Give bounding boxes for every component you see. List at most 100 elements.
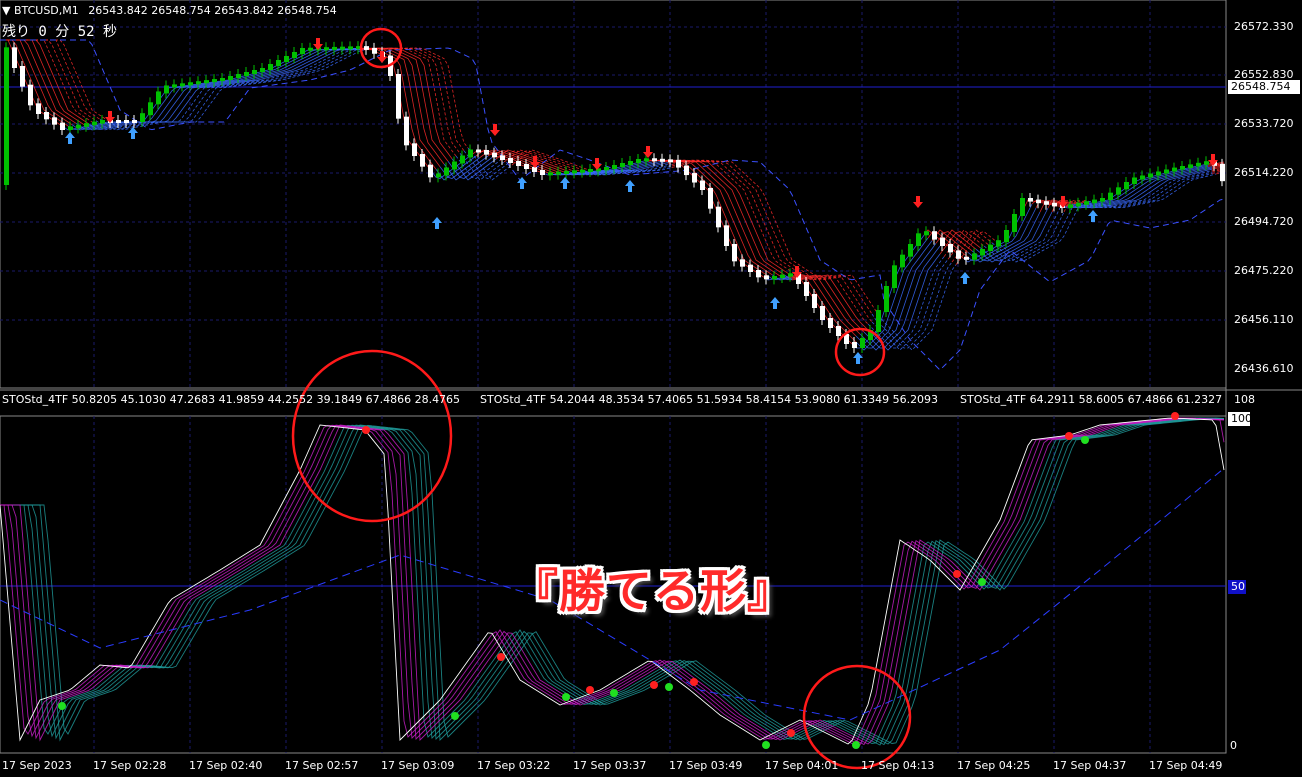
candle-body (468, 149, 473, 158)
candle-body (452, 161, 457, 170)
candle-body (68, 126, 73, 130)
candle-body (612, 165, 617, 169)
candle-body (132, 120, 137, 123)
time-label: 17 Sep 02:57 (285, 759, 359, 772)
candle-body (140, 113, 145, 122)
candle-body (716, 206, 721, 228)
candle-body (212, 79, 217, 83)
candle-body (1108, 192, 1113, 200)
time-label: 17 Sep 02:28 (93, 759, 167, 772)
candle-body (348, 46, 353, 50)
buy-arrow-icon (65, 132, 75, 144)
price-label: 26533.720 (1234, 117, 1294, 130)
candle-body (884, 286, 889, 312)
candle-body (1044, 201, 1049, 205)
bullish-dot (610, 689, 618, 697)
candle-body (284, 56, 289, 62)
time-label: 17 Sep 04:49 (1149, 759, 1223, 772)
candle-body (236, 74, 241, 78)
candle-body (164, 85, 169, 94)
candle-body (36, 103, 41, 114)
candle-body (460, 155, 465, 164)
candle-body (1092, 199, 1097, 204)
candle-body (1124, 182, 1129, 190)
indicator-readout-1: STOStd_4TF 50.8205 45.1030 47.2683 41.98… (2, 393, 461, 406)
candle-body (956, 250, 961, 259)
ma-ribbon-line (359, 47, 461, 154)
bearish-dot (362, 426, 370, 434)
candle-body (1012, 214, 1017, 232)
candle-body (940, 237, 945, 246)
candle-body (516, 161, 521, 166)
candle-body (1036, 199, 1041, 204)
candle-body (572, 170, 577, 174)
time-label: 17 Sep 04:25 (957, 759, 1031, 772)
candle-body (308, 47, 313, 51)
candle-body (1204, 161, 1209, 165)
price-label: 26514.220 (1234, 166, 1294, 179)
current-price-box: 26548.754 (1228, 80, 1300, 94)
highlight-circle (834, 327, 886, 377)
candle-body (780, 274, 785, 278)
candle-body (708, 188, 713, 209)
candle-body (876, 310, 881, 332)
candle-body (156, 91, 161, 105)
candle-body (148, 102, 153, 116)
candle-body (12, 47, 17, 68)
candle-body (644, 158, 649, 162)
candle-body (60, 122, 65, 130)
candle-body (404, 116, 409, 146)
time-label: 17 Sep 04:01 (765, 759, 839, 772)
candle-body (412, 143, 417, 156)
candle-body (628, 161, 633, 165)
candle-body (636, 159, 641, 163)
candle-body (204, 80, 209, 84)
candle-body (620, 163, 625, 167)
candle-body (1028, 198, 1033, 202)
candle-body (892, 265, 897, 288)
candle-body (244, 72, 249, 76)
buy-arrow-icon (960, 272, 970, 284)
candle-body (524, 164, 529, 169)
bullish-dot (852, 741, 860, 749)
level-0-label: 0 (1230, 739, 1237, 752)
candle-body (476, 149, 481, 153)
ma-ribbon-line (75, 48, 361, 131)
candle-body (916, 233, 921, 246)
candle-body (28, 84, 33, 106)
candle-body (764, 275, 769, 280)
bearish-dot (497, 653, 505, 661)
candle-body (180, 83, 185, 87)
candle-body (900, 254, 905, 268)
mt4-chart-window: ▼ BTCUSD,M1 26543.842 26548.754 26543.84… (0, 0, 1302, 777)
candle-body (172, 84, 177, 88)
bullish-dot (762, 741, 770, 749)
candle-body (260, 68, 265, 72)
bearish-dot (650, 681, 658, 689)
bullish-dot (1081, 436, 1089, 444)
candle-body (300, 48, 305, 54)
highlight-circle (291, 349, 453, 523)
time-label: 17 Sep 03:37 (573, 759, 647, 772)
sell-arrow-icon (913, 196, 923, 208)
sell-arrow-icon (643, 146, 653, 158)
buy-arrow-icon (770, 297, 780, 309)
candle-body (228, 76, 233, 80)
candle-body (532, 167, 537, 172)
buy-arrow-icon (1088, 210, 1098, 222)
candle-body (76, 124, 81, 129)
level-50-box: 50 (1228, 580, 1246, 594)
dropdown-arrow-icon[interactable]: ▼ (2, 4, 10, 17)
candle-body (1172, 167, 1177, 172)
candle-body (1020, 198, 1025, 216)
time-label: 17 Sep 04:13 (861, 759, 935, 772)
price-label: 26572.330 (1234, 20, 1294, 33)
chart-canvas[interactable] (0, 0, 1302, 777)
candle-body (660, 158, 665, 162)
price-label: 26494.720 (1234, 215, 1294, 228)
bearish-dot (1065, 432, 1073, 440)
bearish-dot (690, 678, 698, 686)
bullish-dot (665, 683, 673, 691)
indicator-max-label: 108 (1234, 393, 1255, 406)
candle-body (964, 256, 969, 260)
